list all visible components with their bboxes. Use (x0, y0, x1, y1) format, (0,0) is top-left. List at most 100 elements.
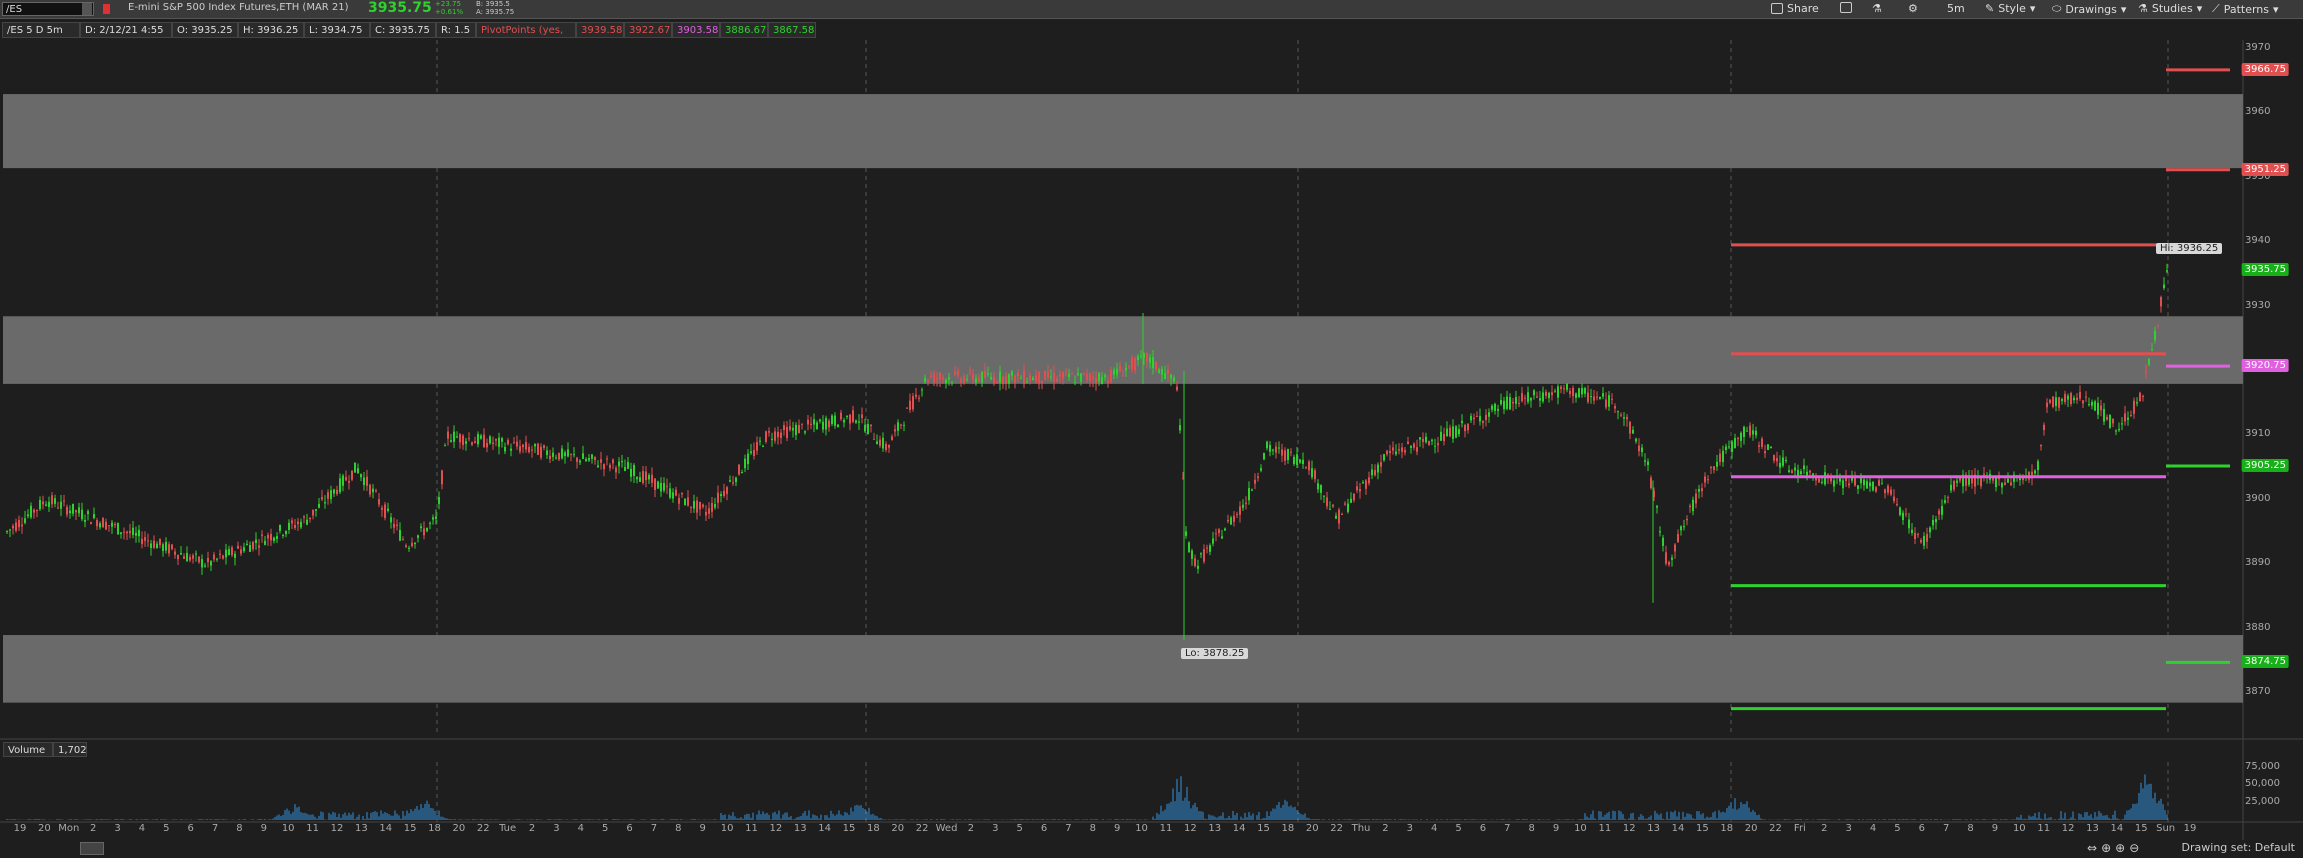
candle-body (564, 452, 566, 456)
time-tick: 4 (138, 823, 146, 834)
time-tick: 10 (1135, 823, 1148, 834)
candle-body (1512, 401, 1514, 404)
candle-body (717, 492, 719, 503)
candle-body (777, 431, 779, 438)
time-tick: 18 (428, 823, 441, 834)
candle-body (786, 426, 788, 438)
candle-body (291, 520, 293, 524)
candle-body (1935, 519, 1937, 523)
candle-body (1239, 506, 1241, 515)
candle-body (1389, 450, 1391, 454)
candle-body (447, 431, 449, 439)
candle-body (420, 526, 422, 529)
candle-body (12, 525, 14, 529)
candle-body (831, 415, 833, 425)
time-tick: 22 (1769, 823, 1782, 834)
candle-body (1374, 470, 1376, 476)
drawing-set-label[interactable]: Drawing set: Default (2182, 841, 2295, 854)
candle-body (1605, 399, 1607, 408)
candle-body (1728, 446, 1730, 448)
candle-body (750, 451, 752, 454)
candle-body (1392, 447, 1394, 451)
candle-body (1866, 481, 1868, 489)
candle-body (507, 440, 509, 445)
candle-body (1398, 449, 1400, 451)
candle-body (1032, 377, 1034, 381)
candle-body (1233, 515, 1235, 522)
candle-body (639, 477, 641, 482)
candle-body (1578, 388, 1580, 398)
candle-body (576, 457, 578, 462)
time-tick: 6 (187, 823, 194, 834)
candle-body (81, 509, 83, 520)
candle-body (969, 370, 971, 372)
candle-body (351, 470, 353, 480)
price-tag: 3874.75 (2241, 655, 2289, 669)
candle-body (1902, 512, 1904, 520)
candle-body (531, 449, 533, 451)
candle-body (1344, 503, 1346, 505)
scroll-left-button[interactable] (80, 842, 104, 855)
candle-body (1263, 453, 1265, 460)
candle-body (2151, 349, 2153, 351)
candle-body (1008, 374, 1010, 384)
candle-body (1128, 365, 1130, 367)
candle-body (747, 453, 749, 465)
candle-body (132, 527, 134, 536)
candle-body (2067, 395, 2069, 400)
time-tick: 2 (528, 823, 536, 834)
candle-body (678, 498, 680, 504)
candle-body (255, 539, 257, 544)
candle-body (1440, 431, 1442, 441)
candle-body (492, 442, 494, 445)
candle-body (207, 557, 209, 563)
candle-body (546, 450, 548, 456)
candle-body (111, 522, 113, 527)
candle-body (972, 373, 974, 381)
candle-body (1506, 396, 1508, 409)
candle-body (1434, 445, 1436, 447)
candle-body (483, 434, 485, 448)
candle-body (1146, 353, 1148, 362)
candle-body (510, 448, 512, 451)
bottom-tools[interactable]: ⇔⊕⊕⊖ (2087, 841, 2143, 855)
candle-body (1725, 446, 1727, 450)
time-tick: 2 (1821, 823, 1828, 834)
candle-body (1530, 397, 1532, 401)
candle-body (2112, 418, 2114, 424)
candle-body (1209, 545, 1211, 552)
time-tick: 13 (1647, 823, 1660, 834)
price-tick: 3880 (2245, 621, 2271, 633)
candle-body (1956, 480, 1958, 483)
candle-body (42, 501, 44, 505)
time-tick: 6 (1479, 823, 1487, 834)
candle-body (2061, 399, 2063, 401)
candle-body (1983, 473, 1985, 475)
candle-body (1458, 429, 1460, 435)
candle-body (1179, 425, 1181, 431)
candle-body (1473, 417, 1475, 419)
candle-body (1419, 437, 1421, 440)
candle-body (1938, 510, 1940, 515)
candle-body (2052, 396, 2054, 408)
time-tick: 9 (1991, 823, 1999, 834)
time-tick: 2 (967, 823, 975, 834)
candle-body (249, 544, 251, 552)
candle-body (840, 412, 842, 420)
candle-body (1923, 535, 1925, 546)
candle-body (798, 425, 800, 434)
candle-body (591, 454, 593, 459)
time-tick: 13 (1208, 823, 1222, 834)
candle-body (30, 505, 32, 518)
time-tick: Fri (1793, 823, 1806, 834)
price-chart[interactable] (0, 0, 2303, 858)
candle-body (1305, 467, 1307, 469)
time-tick: 19 (13, 823, 27, 834)
candle-body (1002, 376, 1004, 385)
candle-body (1296, 454, 1298, 465)
time-tick: 8 (1528, 823, 1535, 834)
volume-tick: 75,000 (2245, 761, 2280, 772)
candle-body (675, 489, 677, 496)
candle-body (957, 370, 959, 376)
candle-body (231, 547, 233, 556)
